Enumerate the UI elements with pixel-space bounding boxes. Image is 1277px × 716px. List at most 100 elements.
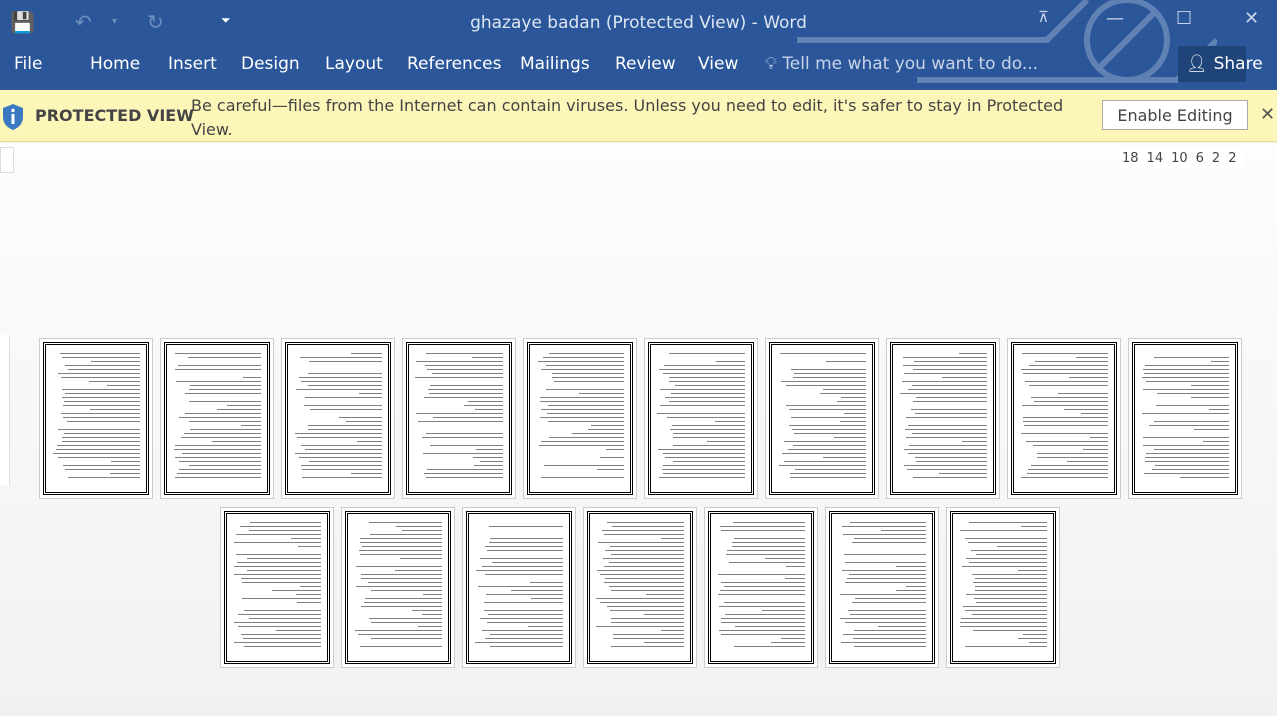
text-line [241, 598, 321, 599]
tab-home[interactable]: Home [90, 54, 140, 74]
text-line [297, 437, 382, 438]
text-line [721, 618, 805, 619]
text-line [483, 602, 563, 603]
ruler-toggle[interactable] [0, 147, 14, 173]
close-banner-icon[interactable]: ✕ [1260, 104, 1275, 125]
page-thumbnail[interactable] [160, 338, 274, 499]
minimize-icon[interactable]: — [1106, 8, 1124, 29]
page-thumbnail[interactable] [281, 338, 395, 499]
text-line [1017, 638, 1047, 639]
text-line [662, 469, 745, 470]
text-line [190, 429, 261, 430]
text-line [189, 465, 261, 466]
text-line [845, 582, 926, 583]
text-line [605, 550, 684, 551]
page-thumbnail[interactable] [220, 507, 334, 668]
close-icon[interactable]: ✕ [1244, 8, 1259, 29]
page-thumbnail[interactable] [1128, 338, 1242, 499]
tab-layout[interactable]: Layout [325, 54, 383, 74]
maximize-icon[interactable]: ☐ [1176, 8, 1192, 29]
text-line [272, 590, 321, 591]
page-thumbnail[interactable] [341, 507, 455, 668]
text-line [528, 626, 563, 627]
text-line [840, 594, 926, 595]
protected-view-label: PROTECTED VIEW [35, 106, 194, 125]
text-line [914, 457, 987, 458]
text-line [276, 630, 321, 631]
text-line [244, 610, 321, 611]
text-line [368, 618, 442, 619]
page-thumbnail[interactable] [644, 338, 758, 499]
enable-editing-button[interactable]: Enable Editing [1102, 100, 1248, 130]
text-line [486, 622, 563, 623]
text-line [771, 642, 805, 643]
page-content [224, 511, 330, 664]
text-line [662, 373, 745, 374]
text-line [960, 530, 1047, 531]
text-line [1179, 477, 1229, 478]
text-line [189, 389, 261, 390]
text-line [661, 630, 684, 631]
text-line [669, 401, 745, 402]
page-thumbnail[interactable] [704, 507, 818, 668]
text-line [61, 357, 140, 358]
ribbon-display-icon[interactable]: ⊼ [1038, 8, 1049, 26]
text-line [309, 409, 382, 410]
text-line [68, 477, 140, 478]
text-line [972, 574, 1047, 575]
window-title: ghazaye badan (Protected View) - Word [470, 13, 807, 33]
tab-review[interactable]: Review [615, 54, 676, 74]
page-thumbnail[interactable] [765, 338, 879, 499]
tab-insert[interactable]: Insert [168, 54, 217, 74]
tab-file[interactable]: File [14, 54, 42, 74]
text-line [959, 622, 1047, 623]
text-line [717, 574, 805, 575]
page-thumbnail[interactable] [39, 338, 153, 499]
text-line [597, 570, 684, 571]
horizontal-ruler[interactable]: 18 14 10 6 2 2 [1120, 148, 1244, 168]
page-thumbnail[interactable] [462, 507, 576, 668]
text-line [301, 381, 382, 382]
page-thumbnail[interactable] [402, 338, 516, 499]
text-line [853, 630, 926, 631]
text-line [237, 626, 321, 627]
tab-mailings[interactable]: Mailings [520, 54, 590, 74]
tab-references[interactable]: References [407, 54, 501, 74]
text-line [295, 453, 382, 454]
text-line [1145, 381, 1229, 382]
text-line [238, 614, 321, 615]
text-line [483, 610, 563, 611]
text-line [361, 574, 442, 575]
text-line [1033, 445, 1108, 446]
text-line [785, 578, 805, 579]
page-thumbnail[interactable] [523, 338, 637, 499]
text-line [369, 534, 442, 535]
text-line [299, 457, 382, 458]
page-thumbnail[interactable] [946, 507, 1060, 668]
text-line [430, 445, 503, 446]
text-line [843, 554, 926, 555]
page-content [769, 342, 875, 495]
text-line [371, 638, 442, 639]
text-line [1194, 429, 1229, 430]
tab-view[interactable]: View [698, 54, 738, 74]
page-thumbnail[interactable] [583, 507, 697, 668]
text-line [1027, 473, 1108, 474]
text-line [480, 558, 563, 559]
text-line [1068, 377, 1108, 378]
page-thumbnail[interactable] [886, 338, 1000, 499]
text-line [412, 610, 442, 611]
text-line [478, 586, 563, 587]
ruler-tick: 18 [1122, 150, 1139, 166]
vertical-ruler[interactable] [0, 335, 10, 485]
text-line [401, 530, 442, 531]
share-button[interactable]: 👤︎ Share [1178, 46, 1263, 82]
tab-design[interactable]: Design [241, 54, 300, 74]
text-line [1028, 469, 1108, 470]
text-line [961, 618, 1047, 619]
page-thumbnail[interactable] [825, 507, 939, 668]
text-line [484, 546, 563, 547]
text-line [790, 477, 866, 478]
page-thumbnail[interactable] [1007, 338, 1121, 499]
tell-me-box[interactable]: 💡︎ Tell me what you want to do... [765, 54, 1038, 74]
